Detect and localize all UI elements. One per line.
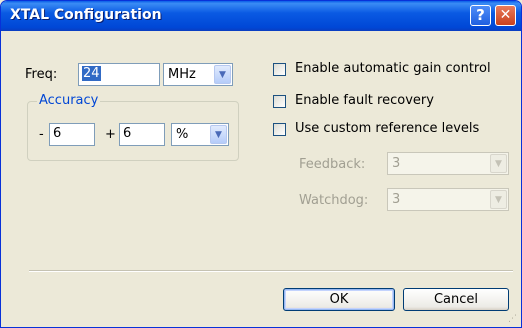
help-icon: ?: [476, 6, 485, 24]
ok-button[interactable]: OK: [283, 288, 395, 311]
separator: [29, 270, 513, 272]
close-button[interactable]: ✕: [495, 5, 516, 26]
custom-ref-checkbox[interactable]: [273, 123, 286, 136]
fault-recovery-checkbox[interactable]: [273, 95, 286, 108]
freq-value: 24: [82, 66, 101, 81]
chevron-down-icon: ▼: [490, 190, 507, 209]
agc-label[interactable]: Enable automatic gain control: [295, 61, 491, 76]
freq-input[interactable]: 24: [78, 63, 160, 86]
cancel-button[interactable]: Cancel: [403, 288, 509, 311]
accuracy-plus-value: 6: [123, 126, 132, 141]
chevron-down-icon[interactable]: ▼: [210, 125, 227, 144]
accuracy-minus-input[interactable]: 6: [49, 123, 95, 146]
accuracy-group-title: Accuracy: [37, 93, 101, 108]
resize-grip-icon[interactable]: ⋰: [508, 314, 518, 324]
custom-ref-label[interactable]: Use custom reference levels: [295, 121, 479, 136]
help-button[interactable]: ?: [470, 5, 491, 26]
chevron-down-icon[interactable]: ▼: [214, 65, 231, 84]
feedback-value: 3: [392, 156, 401, 171]
freq-unit-select[interactable]: MHz ▼: [163, 63, 233, 86]
window-title: XTAL Configuration: [10, 7, 162, 23]
agc-checkbox[interactable]: [273, 63, 286, 76]
accuracy-unit-value: %: [176, 127, 189, 142]
watchdog-value: 3: [392, 192, 401, 207]
close-icon: ✕: [499, 7, 512, 23]
accuracy-minus-value: 6: [53, 126, 62, 141]
accuracy-plus-input[interactable]: 6: [119, 123, 165, 146]
watchdog-label: Watchdog:: [299, 193, 369, 208]
dialog-window: XTAL Configuration ? ✕ Freq: 24 MHz ▼ Ac…: [0, 0, 522, 328]
freq-unit-value: MHz: [168, 67, 196, 82]
accuracy-plus-sign: +: [105, 127, 116, 142]
watchdog-select[interactable]: 3 ▼: [387, 188, 509, 211]
accuracy-minus-sign: -: [39, 127, 44, 142]
accuracy-unit-select[interactable]: % ▼: [171, 123, 229, 146]
feedback-select[interactable]: 3 ▼: [387, 152, 509, 175]
feedback-label: Feedback:: [299, 157, 366, 172]
freq-label: Freq:: [25, 67, 58, 82]
fault-recovery-label[interactable]: Enable fault recovery: [295, 93, 434, 108]
chevron-down-icon: ▼: [490, 154, 507, 173]
title-bar[interactable]: XTAL Configuration ? ✕: [1, 1, 521, 31]
